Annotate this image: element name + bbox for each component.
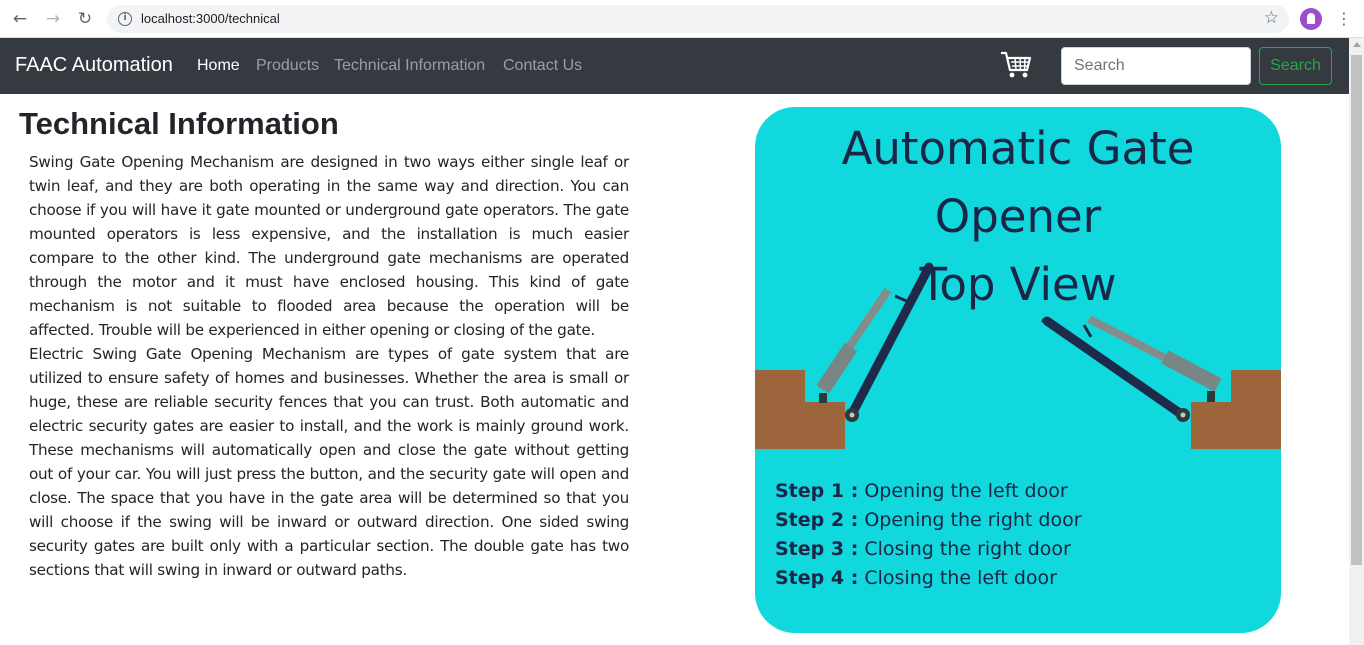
step-text: Closing the left door — [858, 567, 1057, 589]
step-text: Closing the right door — [858, 538, 1071, 560]
reload-icon[interactable]: ↻ — [74, 8, 96, 30]
card-title-line-1: Automatic Gate Opener — [841, 122, 1195, 243]
bookmark-star-icon[interactable]: ☆ — [1264, 8, 1279, 28]
forward-arrow-icon[interactable]: → — [42, 8, 64, 30]
step-item: Step 3 : Closing the right door — [775, 535, 1082, 564]
browser-menu-icon[interactable]: ⋮ — [1336, 8, 1352, 30]
page-scrollbar[interactable] — [1349, 38, 1364, 645]
site-info-icon[interactable]: i — [118, 12, 132, 26]
brand-logo-text[interactable]: FAAC Automation — [15, 54, 173, 77]
search-input[interactable] — [1061, 47, 1251, 85]
nav-link-technical-information[interactable]: Technical Information — [334, 57, 485, 75]
step-item: Step 2 : Opening the right door — [775, 506, 1082, 535]
right-actuator-mount — [1207, 391, 1215, 402]
gate-top-view-illustration — [755, 262, 1281, 449]
right-hinge-pin — [1180, 412, 1186, 418]
shopping-cart-icon[interactable] — [1000, 50, 1032, 80]
step-text: Opening the right door — [858, 509, 1082, 531]
url-text[interactable]: localhost:3000/technical — [141, 11, 280, 26]
page-title: Technical Information — [19, 106, 339, 141]
left-gate-leaf — [848, 262, 934, 417]
left-hinge-pin — [849, 412, 855, 418]
back-arrow-icon[interactable]: ← — [9, 8, 31, 30]
article-paragraph: Swing Gate Opening Mechanism are designe… — [29, 153, 629, 339]
nav-link-contact-us[interactable]: Contact Us — [503, 57, 582, 75]
step-label: Step 2 : — [775, 509, 859, 531]
nav-link-home[interactable]: Home — [197, 57, 240, 75]
site-navbar: FAAC Automation Home Products Technical … — [0, 38, 1349, 94]
step-text: Opening the left door — [858, 480, 1068, 502]
right-actuator-bracket — [1082, 324, 1093, 338]
step-label: Step 3 : — [775, 538, 859, 560]
step-item: Step 1 : Opening the left door — [775, 477, 1082, 506]
step-label: Step 1 : — [775, 480, 859, 502]
scrollbar-thumb[interactable] — [1351, 55, 1362, 565]
step-label: Step 4 : — [775, 567, 859, 589]
nav-link-products[interactable]: Products — [256, 57, 319, 75]
gate-opener-card: Automatic Gate Opener Top View Step 1 : … — [755, 107, 1281, 633]
address-bar[interactable]: i localhost:3000/technical ☆ — [107, 5, 1289, 33]
browser-toolbar: ← → ↻ i localhost:3000/technical ☆ ⋮ — [0, 0, 1364, 38]
scroll-up-arrow-icon[interactable] — [1353, 42, 1361, 47]
technical-article: Swing Gate Opening Mechanism are designe… — [29, 150, 629, 582]
right-actuator-body — [1161, 350, 1222, 392]
profile-avatar-icon[interactable] — [1300, 8, 1322, 30]
left-actuator-body — [816, 342, 858, 394]
step-item: Step 4 : Closing the left door — [775, 564, 1082, 593]
steps-list: Step 1 : Opening the left door Step 2 : … — [775, 477, 1082, 593]
left-actuator-mount — [819, 393, 827, 403]
article-paragraph: Electric Swing Gate Opening Mechanism ar… — [29, 345, 629, 579]
search-button[interactable]: Search — [1259, 47, 1332, 85]
